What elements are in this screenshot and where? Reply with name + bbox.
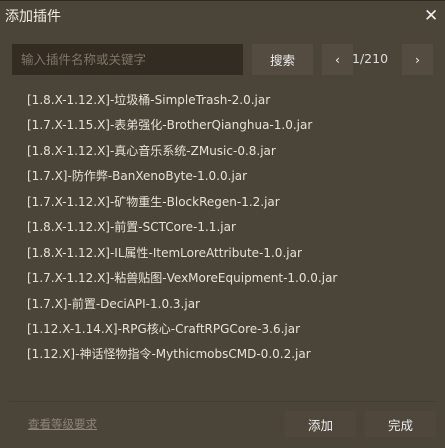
page-indicator: 1/210 bbox=[352, 51, 389, 66]
list-item[interactable]: [1.8.X-1.12.X]-垃圾桶-SimpleTrash-2.0.jar bbox=[27, 91, 337, 116]
chevron-right-icon: › bbox=[415, 52, 420, 67]
list-item[interactable]: [1.7.X-1.12.X]-粘兽贴图-VexMoreEquipment-1.0… bbox=[27, 269, 337, 294]
close-icon[interactable]: ✕ bbox=[424, 6, 438, 26]
top-border bbox=[0, 0, 445, 1]
list-item[interactable]: [1.8.X-1.12.X]-前置-SCTCore-1.1.jar bbox=[27, 218, 337, 243]
list-item[interactable]: [1.12.X]-神话怪物指令-MythicmobsCMD-0.0.2.jar bbox=[27, 345, 337, 370]
divider bbox=[9, 401, 436, 402]
list-item[interactable]: [1.12.X-1.14.X]-RPG核心-CraftRPGCore-3.6.j… bbox=[27, 320, 337, 345]
next-page-button[interactable]: › bbox=[402, 44, 433, 75]
search-input[interactable] bbox=[12, 44, 243, 75]
list-item[interactable]: [1.7.X]-防作弊-BanXenoByte-1.0.0.jar bbox=[27, 167, 337, 192]
list-item[interactable]: [1.8.X-1.12.X]-IL属性-ItemLoreAttribute-1.… bbox=[27, 244, 337, 269]
dialog-title: 添加插件 bbox=[5, 9, 61, 25]
done-button[interactable]: 完成 bbox=[365, 411, 436, 437]
prev-page-button[interactable]: ‹ bbox=[322, 44, 353, 75]
list-item[interactable]: [1.7.X-1.12.X]-矿物重生-BlockRegen-1.2.jar bbox=[27, 193, 337, 218]
plugin-list: [1.8.X-1.12.X]-垃圾桶-SimpleTrash-2.0.jar [… bbox=[27, 91, 337, 371]
level-requirements-link[interactable]: 查看等级要求 bbox=[28, 416, 97, 432]
list-item[interactable]: [1.8.X-1.12.X]-真心音乐系统-ZMusic-0.8.jar bbox=[27, 142, 337, 167]
add-button[interactable]: 添加 bbox=[285, 411, 356, 437]
list-item[interactable]: [1.7.X-1.15.X]-表弟强化-BrotherQianghua-1.0.… bbox=[27, 116, 337, 141]
chevron-left-icon: ‹ bbox=[335, 52, 340, 67]
list-item[interactable]: [1.7.X]-前置-DeciAPI-1.0.3.jar bbox=[27, 295, 337, 320]
search-button[interactable]: 搜索 bbox=[252, 44, 313, 75]
